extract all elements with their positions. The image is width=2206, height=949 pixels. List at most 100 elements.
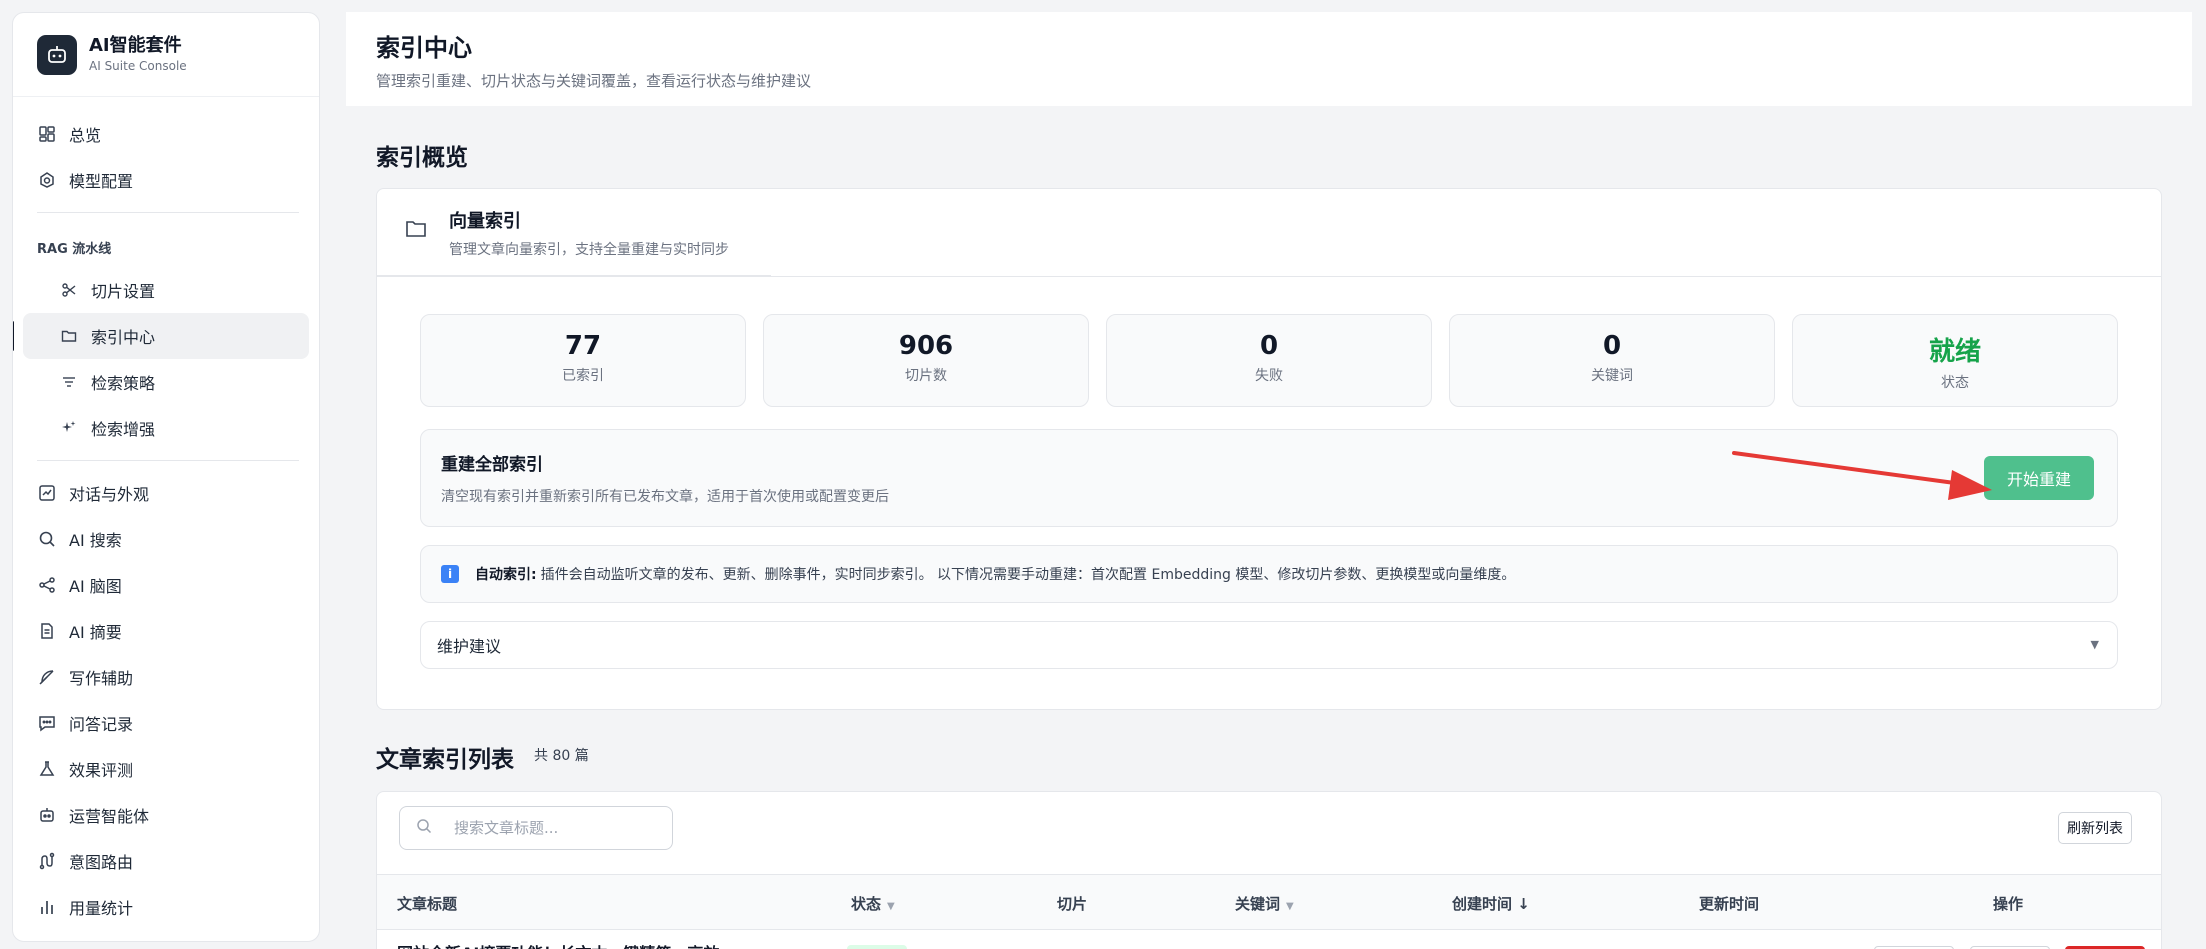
info-text: 插件会自动监听文章的发布、更新、删除事件，实时同步索引。 以下情况需要手动重建：… — [540, 567, 1516, 583]
search-input[interactable] — [454, 819, 654, 837]
column-header-chunks: 切片 — [1057, 895, 1088, 913]
sidebar-item-writing-assist[interactable]: 写作辅助 — [23, 654, 309, 700]
sidebar-item-label: 意图路由 — [69, 853, 134, 872]
nav-group-label: RAG 流水线 — [37, 242, 112, 257]
robot-icon — [37, 805, 57, 825]
sidebar-item-label: 检索策略 — [91, 374, 156, 393]
refresh-list-button[interactable]: 刷新列表 — [2058, 812, 2132, 844]
sidebar-item-effect-eval[interactable]: 效果评测 — [23, 746, 309, 792]
chat-chart-icon — [37, 483, 57, 503]
sidebar-item-retrieval-strategy[interactable]: 检索策略 — [23, 359, 309, 405]
page-title: 索引中心 — [376, 34, 472, 62]
table-header: 文章标题 状态 ▼ 切片 关键词 ▼ 创建时间 ↓ 更新时间 操作 — [377, 874, 2161, 930]
stat-value: 77 — [564, 331, 602, 361]
sidebar-item-ai-search[interactable]: AI 搜索 — [23, 516, 309, 562]
filter-icon — [59, 372, 79, 392]
sidebar-item-qa-records[interactable]: 问答记录 — [23, 700, 309, 746]
sidebar-item-label: 效果评测 — [69, 761, 134, 780]
sidebar-item-chunk-settings[interactable]: 切片设置 — [23, 267, 309, 313]
column-header-keywords[interactable]: 关键词 ▼ — [1235, 893, 1294, 914]
card-subtitle: 管理文章向量索引，支持全量重建与实时同步 — [449, 242, 729, 258]
section-title-article-list: 文章索引列表 — [376, 747, 514, 773]
sidebar-item-label: 总览 — [69, 126, 102, 145]
section-title-overview: 索引概览 — [376, 145, 468, 171]
model-icon — [37, 170, 57, 190]
sidebar-item-label: 检索增强 — [91, 420, 156, 439]
sidebar-item-ops-agent[interactable]: 运营智能体 — [23, 792, 309, 838]
search-icon — [416, 818, 432, 838]
stat-status: 就绪 状态 — [1792, 314, 2118, 407]
robot-logo-icon — [37, 34, 77, 75]
sidebar-item-label: 对话与外观 — [69, 485, 150, 504]
sidebar-item-index-center[interactable]: 索引中心 — [13, 313, 309, 359]
sidebar-item-usage-stats[interactable]: 用量统计 — [23, 884, 309, 930]
document-icon — [37, 621, 57, 641]
divider — [37, 212, 299, 213]
rebuild-description: 清空现有索引并重新索引所有已发布文章，适用于首次使用或配置变更后 — [441, 489, 889, 505]
card-header: 向量索引 管理文章向量索引，支持全量重建与实时同步 — [377, 189, 2161, 277]
divider — [37, 460, 299, 461]
info-label: 自动索引: — [475, 567, 537, 583]
mindmap-icon — [37, 575, 57, 595]
stat-chunks: 906 切片数 — [763, 314, 1089, 407]
brand: AI智能套件 AI Suite Console — [13, 13, 319, 97]
column-header-status[interactable]: 状态 ▼ — [851, 893, 895, 914]
sidebar-item-label: 写作辅助 — [69, 669, 134, 688]
stat-value: 0 — [1602, 331, 1622, 361]
maintenance-label: 维护建议 — [437, 637, 502, 656]
sort-icon: ▼ — [887, 901, 895, 912]
annotation-arrow — [1732, 451, 1992, 500]
folder-icon — [59, 326, 79, 346]
sidebar-item-label: 用量统计 — [69, 899, 134, 918]
sidebar-item-label: 切片设置 — [91, 282, 156, 301]
sidebar-item-label: AI 搜索 — [69, 531, 122, 550]
sidebar-item-label: AI 脑图 — [69, 577, 122, 596]
feather-icon — [37, 667, 57, 687]
maintenance-accordion[interactable]: 维护建议 ▼ — [420, 621, 2118, 669]
sidebar-item-overview[interactable]: 总览 — [23, 111, 309, 157]
start-rebuild-button[interactable]: 开始重建 — [1984, 456, 2094, 500]
sidebar-item-retrieval-enhance[interactable]: 检索增强 — [23, 405, 309, 451]
column-header-updated: 更新时间 — [1699, 895, 1760, 913]
column-header-title: 文章标题 — [397, 895, 458, 913]
article-table-card: 刷新列表 文章标题 状态▼ 切片 关键词▼ 创建时间 ↓ 更新时间 操作 网站全… — [376, 791, 2162, 949]
stat-label: 失败 — [1255, 368, 1283, 384]
route-icon — [37, 851, 57, 871]
stat-value: 就绪 — [1928, 337, 1981, 367]
sidebar-item-ai-mindmap[interactable]: AI 脑图 — [23, 562, 309, 608]
folder-icon — [405, 219, 427, 243]
stat-value: 0 — [1259, 331, 1279, 361]
article-title[interactable]: 网站全新AI摘要功能！长文本一键精简，高效 — [397, 940, 719, 949]
auto-index-info: i 自动索引: 插件会自动监听文章的发布、更新、删除事件，实时同步索引。 以下情… — [420, 545, 2118, 603]
chevron-down-icon: ▼ — [2090, 638, 2099, 651]
dashboard-icon — [37, 124, 57, 144]
sidebar-item-ai-summary[interactable]: AI 摘要 — [23, 608, 309, 654]
sidebar: AI智能套件 AI Suite Console 总览 模型配置 RAG 流水线 … — [12, 12, 320, 942]
rebuild-title: 重建全部索引 — [441, 455, 543, 475]
sidebar-item-chat-appearance[interactable]: 对话与外观 — [23, 470, 309, 516]
page-subtitle: 管理索引重建、切片状态与关键词覆盖，查看运行状态与维护建议 — [376, 72, 812, 90]
stat-label: 状态 — [1941, 375, 1969, 391]
sidebar-item-label: 索引中心 — [91, 328, 156, 347]
stat-failed: 0 失败 — [1106, 314, 1432, 407]
info-icon: i — [441, 565, 459, 583]
sidebar-item-label: 运营智能体 — [69, 807, 150, 826]
column-header-created[interactable]: 创建时间 ↓ — [1452, 893, 1530, 914]
sidebar-item-label: 问答记录 — [69, 715, 134, 734]
brand-subtitle: AI Suite Console — [89, 58, 187, 73]
sidebar-item-intent-route[interactable]: 意图路由 — [23, 838, 309, 884]
search-icon — [37, 529, 57, 549]
status-badge — [847, 945, 907, 949]
scissors-icon — [59, 280, 79, 300]
brand-title: AI智能套件 — [89, 34, 182, 56]
tab-vector-index[interactable]: 向量索引 管理文章向量索引，支持全量重建与实时同步 — [377, 189, 771, 276]
stat-label: 切片数 — [905, 368, 947, 384]
sidebar-item-label: AI 摘要 — [69, 623, 122, 642]
article-search — [399, 806, 673, 850]
stat-label: 已索引 — [562, 368, 604, 384]
flask-icon — [37, 759, 57, 779]
stat-indexed: 77 已索引 — [420, 314, 746, 407]
sidebar-item-model-config[interactable]: 模型配置 — [23, 157, 309, 203]
card-title: 向量索引 — [449, 211, 521, 232]
sort-icon: ▼ — [1286, 901, 1294, 912]
